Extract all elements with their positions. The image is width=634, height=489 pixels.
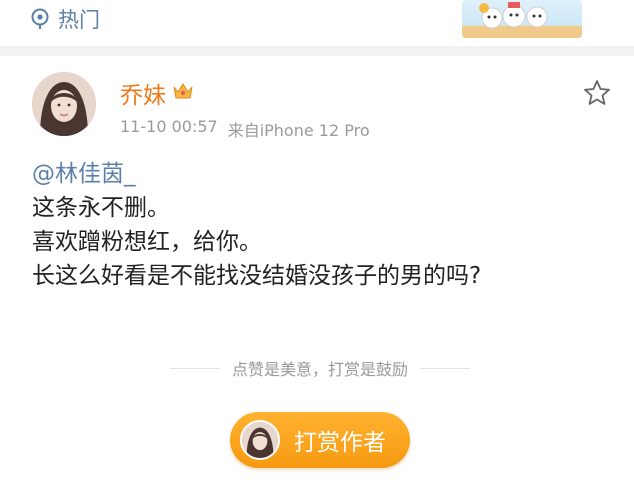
top-strip: 热门 (0, 0, 634, 46)
hint-divider-right (420, 367, 470, 369)
reward-button-label: 打赏作者 (294, 430, 386, 456)
author-name[interactable]: 乔妹 (120, 76, 166, 110)
star-outline-icon (582, 80, 612, 112)
topic-tag[interactable]: 热门 (30, 4, 100, 34)
weibo-post-page: 热门 乔妹 11-10 00:57 来自iPhone 12 Pro @林佳茵_ … (0, 0, 634, 489)
favorite-button[interactable] (582, 78, 612, 108)
hint-divider-left (169, 367, 220, 369)
post-meta: 11-10 00:57 来自iPhone 12 Pro (120, 117, 370, 141)
post-line: 喜欢蹭粉想红，给你。 (32, 229, 262, 255)
reward-avatar (240, 420, 280, 460)
post-line: 长这么好看是不能找没结婚没孩子的男的吗? (32, 263, 482, 289)
reward-hint: 点赞是美意，打赏是鼓励 (160, 356, 480, 380)
topic-label: 热门 (58, 8, 100, 32)
crown-icon (172, 81, 194, 105)
mention-link[interactable]: @林佳茵_ (32, 157, 612, 191)
reward-author-button[interactable]: 打赏作者 (230, 412, 410, 468)
banner-illustration (462, 0, 582, 38)
author-avatar[interactable] (32, 72, 96, 136)
post-source: 来自iPhone 12 Pro (227, 121, 370, 140)
author-row: 乔妹 (120, 76, 194, 110)
section-divider (0, 46, 634, 56)
location-pin-icon (30, 8, 50, 30)
post-line: 这条永不删。 (32, 195, 170, 221)
post-timestamp: 11-10 00:57 (120, 117, 218, 136)
post-body: @林佳茵_ 这条永不删。 喜欢蹭粉想红，给你。 长这么好看是不能找没结婚没孩子的… (32, 157, 612, 293)
reward-hint-text: 点赞是美意，打赏是鼓励 (231, 360, 408, 379)
